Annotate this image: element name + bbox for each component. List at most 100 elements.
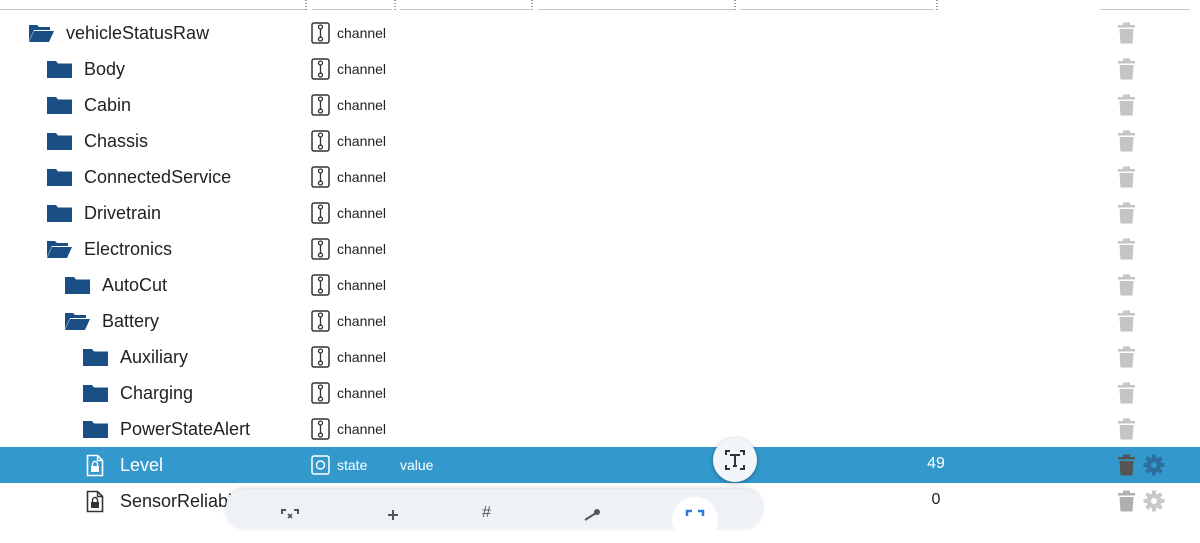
tree-row[interactable]: Electronics channel bbox=[0, 231, 1200, 267]
channel-icon bbox=[311, 130, 330, 152]
delete-icon[interactable] bbox=[1117, 130, 1136, 152]
delete-icon[interactable] bbox=[1117, 22, 1136, 44]
tree-row[interactable]: Battery channel bbox=[0, 303, 1200, 339]
folder-icon[interactable] bbox=[82, 348, 109, 367]
channel-icon bbox=[311, 274, 330, 296]
row-name: Drivetrain bbox=[84, 203, 162, 223]
row-type-label: channel bbox=[337, 313, 387, 329]
row-type-label: channel bbox=[337, 97, 387, 113]
delete-icon[interactable] bbox=[1117, 382, 1136, 404]
fullscreen-button[interactable] bbox=[672, 497, 718, 543]
tree-row[interactable]: Chassis channel bbox=[0, 123, 1200, 159]
row-value[interactable]: 49 bbox=[900, 455, 972, 473]
text-mode-button[interactable] bbox=[713, 438, 757, 482]
tree-row[interactable]: AutoCut channel bbox=[0, 267, 1200, 303]
delete-icon[interactable] bbox=[1117, 202, 1136, 224]
tree-row[interactable]: Level state value 49 bbox=[0, 447, 1200, 483]
folder-icon[interactable] bbox=[46, 168, 73, 187]
channel-icon bbox=[311, 22, 330, 44]
row-role-label: value bbox=[400, 457, 434, 473]
row-name: Battery bbox=[102, 311, 160, 331]
delete-icon[interactable] bbox=[1117, 310, 1136, 332]
bottom-toolbar: # bbox=[226, 489, 762, 543]
folder-icon[interactable] bbox=[82, 420, 109, 439]
column-header-type bbox=[312, 2, 392, 10]
row-name: ConnectedService bbox=[84, 167, 232, 187]
folder-open-icon[interactable] bbox=[28, 24, 55, 43]
row-name: AutoCut bbox=[102, 275, 168, 295]
row-name: Electronics bbox=[84, 239, 173, 259]
add-object-icon[interactable] bbox=[384, 508, 404, 522]
channel-icon bbox=[311, 346, 330, 368]
locked-file-icon[interactable] bbox=[86, 490, 104, 513]
scan-icon[interactable] bbox=[280, 508, 300, 522]
state-icon bbox=[311, 455, 330, 475]
channel-icon bbox=[311, 202, 330, 224]
row-type-label: channel bbox=[337, 61, 387, 77]
delete-icon[interactable] bbox=[1117, 58, 1136, 80]
delete-icon[interactable] bbox=[1117, 238, 1136, 260]
row-type-label: channel bbox=[337, 169, 387, 185]
column-resize-handle[interactable] bbox=[531, 0, 533, 10]
row-name: Auxiliary bbox=[120, 347, 189, 367]
row-name: Body bbox=[84, 59, 126, 79]
row-type-label: state bbox=[337, 457, 368, 473]
column-header-value bbox=[740, 2, 934, 10]
column-header-role bbox=[400, 2, 530, 10]
folder-open-icon[interactable] bbox=[64, 312, 91, 331]
row-type-label: channel bbox=[337, 241, 387, 257]
settings-gear-icon[interactable] bbox=[1143, 490, 1165, 512]
hash-icon[interactable]: # bbox=[482, 504, 491, 522]
channel-icon bbox=[311, 166, 330, 188]
tree-row[interactable]: Body channel bbox=[0, 51, 1200, 87]
row-name: Chassis bbox=[84, 131, 149, 151]
column-resize-handle[interactable] bbox=[936, 0, 938, 10]
text-mode-icon bbox=[725, 450, 745, 470]
column-header-buttons bbox=[1100, 2, 1190, 10]
column-resize-handle[interactable] bbox=[734, 0, 736, 10]
tree-row[interactable]: PowerStateAlert channel bbox=[0, 411, 1200, 447]
row-name: SensorReliabil bbox=[120, 491, 237, 511]
tree-row[interactable]: Cabin channel bbox=[0, 87, 1200, 123]
channel-icon bbox=[311, 418, 330, 440]
channel-icon bbox=[311, 310, 330, 332]
delete-icon[interactable] bbox=[1117, 454, 1136, 476]
row-value[interactable]: 0 bbox=[900, 491, 972, 509]
folder-icon[interactable] bbox=[64, 276, 91, 295]
row-type-label: channel bbox=[337, 349, 387, 365]
delete-icon[interactable] bbox=[1117, 166, 1136, 188]
delete-icon[interactable] bbox=[1117, 346, 1136, 368]
fullscreen-icon bbox=[685, 509, 705, 516]
tree-row[interactable]: ConnectedService channel bbox=[0, 159, 1200, 195]
folder-icon[interactable] bbox=[82, 384, 109, 403]
settings-gear-icon[interactable] bbox=[1143, 454, 1165, 476]
row-type-label: channel bbox=[337, 133, 387, 149]
folder-icon[interactable] bbox=[46, 132, 73, 151]
column-header-room bbox=[538, 2, 734, 10]
row-type-label: channel bbox=[337, 25, 387, 41]
tree-row[interactable]: Drivetrain channel bbox=[0, 195, 1200, 231]
row-name: PowerStateAlert bbox=[120, 419, 251, 439]
delete-icon[interactable] bbox=[1117, 274, 1136, 296]
channel-icon bbox=[311, 58, 330, 80]
column-resize-handle[interactable] bbox=[305, 0, 307, 10]
row-name: Charging bbox=[120, 383, 194, 403]
column-resize-handle[interactable] bbox=[394, 0, 396, 10]
folder-open-icon[interactable] bbox=[46, 240, 73, 259]
delete-icon[interactable] bbox=[1117, 418, 1136, 440]
delete-icon[interactable] bbox=[1117, 94, 1136, 116]
folder-icon[interactable] bbox=[46, 204, 73, 223]
delete-icon[interactable] bbox=[1117, 490, 1136, 512]
row-type-label: channel bbox=[337, 421, 387, 437]
column-header-name bbox=[0, 2, 306, 10]
tree-row[interactable]: vehicleStatusRaw channel bbox=[0, 15, 1200, 51]
channel-icon bbox=[311, 238, 330, 260]
row-type-label: channel bbox=[337, 205, 387, 221]
tree-row[interactable]: Charging channel bbox=[0, 375, 1200, 411]
folder-icon[interactable] bbox=[46, 60, 73, 79]
share-icon[interactable] bbox=[582, 508, 602, 522]
tree-row[interactable]: Auxiliary channel bbox=[0, 339, 1200, 375]
column-header bbox=[0, 0, 1200, 12]
locked-file-icon[interactable] bbox=[86, 454, 104, 477]
folder-icon[interactable] bbox=[46, 96, 73, 115]
